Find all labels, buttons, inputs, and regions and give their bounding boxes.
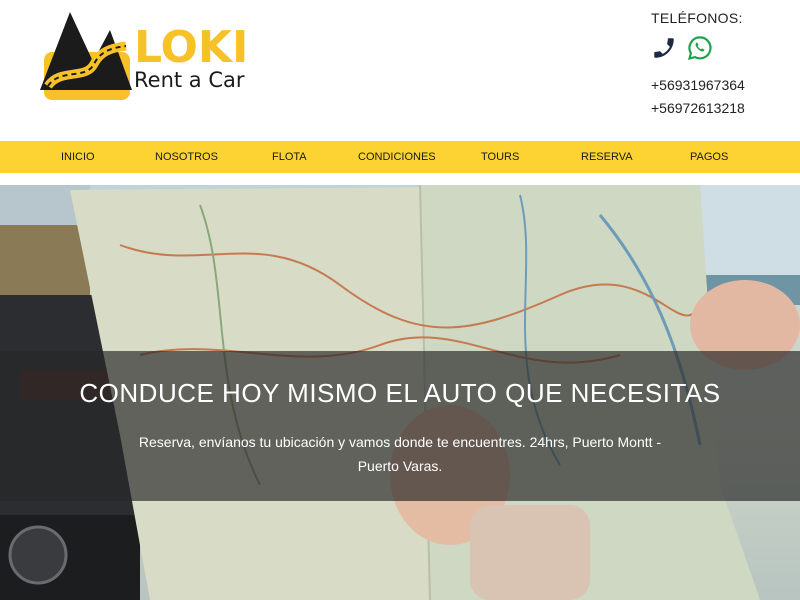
nav-item-tours[interactable]: TOURS <box>481 151 519 163</box>
nav-item-inicio[interactable]: INICIO <box>61 151 95 163</box>
phone-number-1[interactable]: +56931967364 <box>651 74 791 97</box>
phone-icon[interactable] <box>651 35 677 61</box>
phone-list: +56931967364 +56972613218 <box>651 74 791 120</box>
nav-item-reserva[interactable]: RESERVA <box>581 151 633 163</box>
logo-name: LOKI <box>134 22 249 73</box>
phones-title: TELÉFONOS: <box>651 10 743 26</box>
nav-item-condiciones[interactable]: CONDICIONES <box>358 151 436 163</box>
hero-banner: CONDUCE HOY MISMO EL AUTO QUE NECESITAS … <box>0 185 800 600</box>
site-header: LOKI Rent a Car TELÉFONOS: +56931967364 … <box>0 0 800 140</box>
logo-tagline: Rent a Car <box>134 68 245 92</box>
contact-icons <box>651 34 791 62</box>
nav-item-pagos[interactable]: PAGOS <box>690 151 728 163</box>
phone-number-2[interactable]: +56972613218 <box>651 97 791 120</box>
main-nav: INICIO NOSOTROS FLOTA CONDICIONES TOURS … <box>0 141 800 173</box>
contact-block: TELÉFONOS: +56931967364 +56972613218 <box>651 10 791 120</box>
nav-item-flota[interactable]: FLOTA <box>272 151 307 163</box>
brand-logo[interactable]: LOKI Rent a Car <box>38 8 263 104</box>
logo-text: LOKI Rent a Car <box>134 22 249 93</box>
hero-title: CONDUCE HOY MISMO EL AUTO QUE NECESITAS <box>79 378 721 408</box>
logo-mountain-road-icon <box>40 12 132 100</box>
hero-subtitle: Reserva, envíanos tu ubicación y vamos d… <box>138 434 662 474</box>
hero-overlay <box>0 351 800 501</box>
whatsapp-icon[interactable] <box>687 35 713 61</box>
nav-item-nosotros[interactable]: NOSOTROS <box>155 151 218 163</box>
